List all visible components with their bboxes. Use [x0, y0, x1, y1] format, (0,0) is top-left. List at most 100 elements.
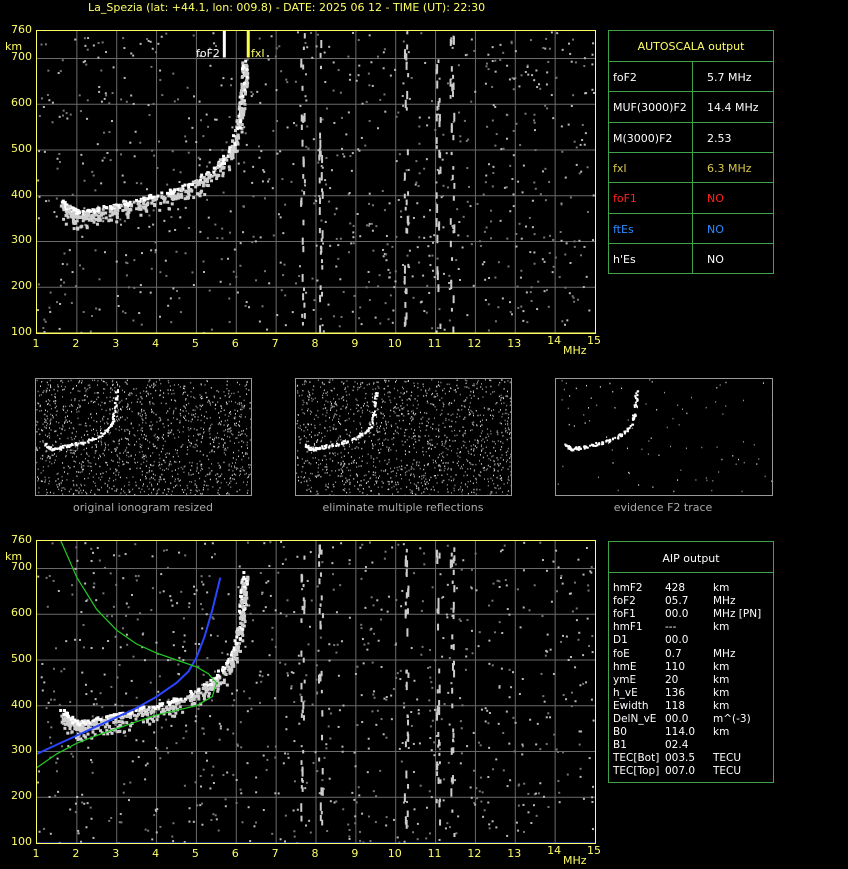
autoscala-separator — [692, 213, 693, 244]
aip-key: foF2 — [613, 595, 636, 608]
y-tick-label: 400 — [11, 697, 32, 711]
x-tick-label: 2 — [72, 337, 80, 350]
x-tick-label: 3 — [112, 337, 120, 350]
aip-unit: m^(-3) — [713, 713, 751, 725]
aip-key: B0 — [613, 726, 627, 739]
autoscala-value: 2.53 — [707, 131, 732, 145]
x-tick-label: 2 — [72, 847, 80, 860]
aip-value: 110 — [665, 660, 686, 673]
fxI-marker-label: fxI — [251, 47, 265, 60]
x-tick-label: 5 — [191, 847, 199, 860]
ionogram-plot — [36, 30, 596, 334]
aip-value: 136 — [665, 686, 686, 699]
aip-value: 428 — [665, 582, 686, 594]
page-title: La_Spezia (lat: +44.1, lon: 009.8) - DAT… — [88, 1, 486, 14]
aip-unit: km — [713, 660, 730, 673]
bottom-ionogram: km MHz 760 700 600 500 400 300 200 100 12345678… — [0, 524, 605, 869]
aip-value: 007.0 — [665, 765, 696, 778]
aip-divider — [609, 572, 773, 573]
aip-value: 05.7 — [665, 595, 689, 608]
x-tick-label: 14 — [547, 844, 562, 857]
x-unit-label-2: MHz — [563, 854, 587, 867]
aip-key: TEC[Top] — [613, 765, 660, 778]
caption-eliminate: eliminate multiple reflections — [322, 501, 484, 514]
aip-unit: km — [713, 582, 730, 594]
autoscala-key: M(3000)F2 — [613, 131, 673, 145]
mini-noise — [557, 379, 773, 497]
aip-key: ymE — [613, 673, 637, 686]
mini-noise — [296, 379, 512, 497]
panel-evidence-image — [557, 379, 773, 497]
x-tick-label: 13 — [507, 337, 522, 350]
aip-value: 118 — [665, 699, 686, 712]
aip-unit: MHz — [713, 647, 736, 660]
aip-value: 00.0 — [665, 608, 689, 621]
x-tick-label: 10 — [387, 847, 402, 860]
top-ionogram: km MHz 760 700 600 500 400 300 200 100 12345678… — [0, 14, 605, 359]
aip-table: AIP output hmF2 428 km foF2 05.7 MHz foF1 00.0 M… — [608, 541, 774, 783]
aip-key: h_vE — [613, 686, 638, 699]
aip-value: 02.4 — [665, 739, 689, 752]
aip-unit: km — [713, 621, 730, 634]
noise-speckles — [37, 541, 595, 843]
x-tick-label: 1 — [32, 337, 40, 350]
autoscala-value: 6.3 MHz — [707, 161, 752, 175]
x-tick-label: 15 — [587, 334, 601, 347]
y-tick-label: 760 — [11, 23, 32, 36]
y-tick-label: 600 — [11, 606, 32, 620]
y-tick-label: 700 — [11, 560, 32, 574]
autoscala-key: ftEs — [613, 222, 634, 236]
x-tick-label: 7 — [271, 337, 279, 350]
aip-unit: MHz — [713, 595, 736, 608]
autoscala-key: fxI — [613, 161, 627, 175]
aip-value: 00.0 — [665, 713, 689, 725]
x-tick-label: 6 — [231, 337, 239, 350]
autoscala-row: h'Es NO — [609, 242, 773, 274]
aip-unit: km — [713, 726, 730, 739]
autoscala-row: foF1 NO — [609, 182, 773, 214]
y-tick-label: 600 — [11, 96, 32, 110]
aip-plot — [36, 540, 596, 844]
autoscala-key: foF2 — [613, 71, 637, 84]
x-tick-label: 14 — [547, 334, 562, 347]
panel-original-image — [36, 379, 252, 497]
autoscala-table: AUTOSCALA output foF2 5.7 MHz MUF(3000)F2 1… — [608, 30, 774, 274]
panel-eliminate — [295, 378, 512, 497]
aip-key: B1 — [613, 739, 627, 752]
y-tick-label: 700 — [11, 50, 32, 64]
panel-original — [35, 378, 252, 497]
aip-key: TEC[Bot] — [613, 752, 660, 765]
f2-trace — [59, 571, 250, 743]
x-tick-label: 10 — [387, 337, 402, 350]
aip-key: DelN_vE — [613, 713, 657, 725]
y-tick-label: 300 — [11, 743, 32, 757]
x-tick-label: 8 — [311, 337, 319, 350]
y-tick-label: 400 — [11, 187, 32, 201]
autoscala-row: foF2 5.7 MHz — [609, 61, 773, 92]
y-tick-label: 300 — [11, 233, 32, 247]
green-profile-line — [37, 541, 218, 768]
aip-key: Ewidth — [613, 699, 649, 712]
aip-title: AIP output — [662, 552, 720, 565]
autoscala-separator — [692, 183, 693, 214]
x-tick-label: 4 — [152, 847, 160, 860]
x-tick-label: 3 — [112, 847, 120, 860]
autoscala-separator — [692, 92, 693, 123]
y-tick-label: 200 — [11, 789, 32, 803]
aip-key: foE — [613, 647, 630, 660]
aip-key: hmF1 — [613, 621, 643, 634]
aip-unit: km — [713, 699, 730, 712]
caption-original: original ionogram resized — [73, 501, 213, 514]
autoscala-key: h'Es — [613, 252, 636, 266]
foF2-marker-label: foF2 — [196, 47, 220, 60]
x-tick-label: 12 — [467, 847, 482, 860]
y-tick-label: 760 — [11, 533, 32, 546]
autoscala-value: NO — [707, 252, 724, 266]
aip-value: 00.0 — [665, 634, 689, 647]
panel-eliminate-image — [296, 379, 512, 497]
x-unit-label: MHz — [563, 344, 587, 357]
y-tick-label: 500 — [11, 651, 32, 665]
autoscala-row: M(3000)F2 2.53 — [609, 121, 773, 153]
autoscala-row: fxI 6.3 MHz — [609, 151, 773, 183]
aip-value: 003.5 — [665, 752, 696, 765]
